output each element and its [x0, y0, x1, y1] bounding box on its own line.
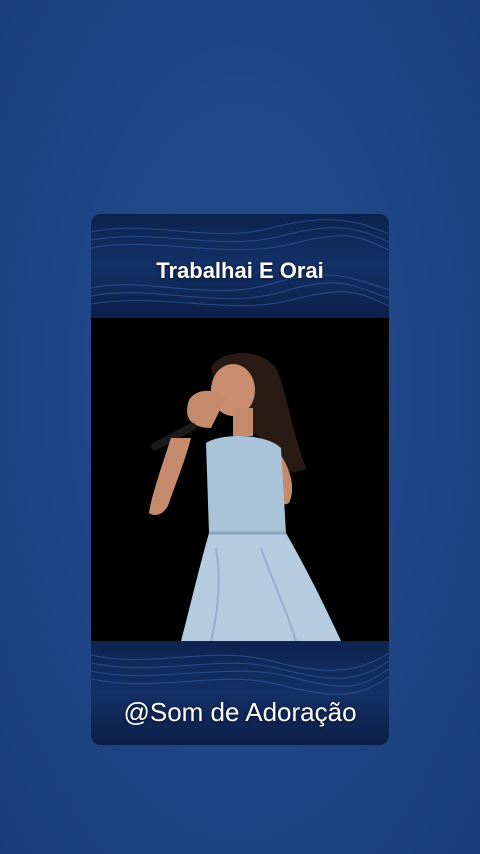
video-card[interactable]: Trabalhai E Orai @Som de Adoração — [91, 214, 389, 745]
card-title: Trabalhai E Orai — [156, 258, 324, 283]
title-banner: Trabalhai E Orai — [91, 214, 389, 318]
singer-image — [149, 353, 341, 641]
video-frame[interactable] — [91, 318, 389, 641]
handle-banner: @Som de Adoração — [91, 641, 389, 745]
channel-handle[interactable]: @Som de Adoração — [91, 697, 389, 728]
wave-pattern — [91, 652, 389, 695]
